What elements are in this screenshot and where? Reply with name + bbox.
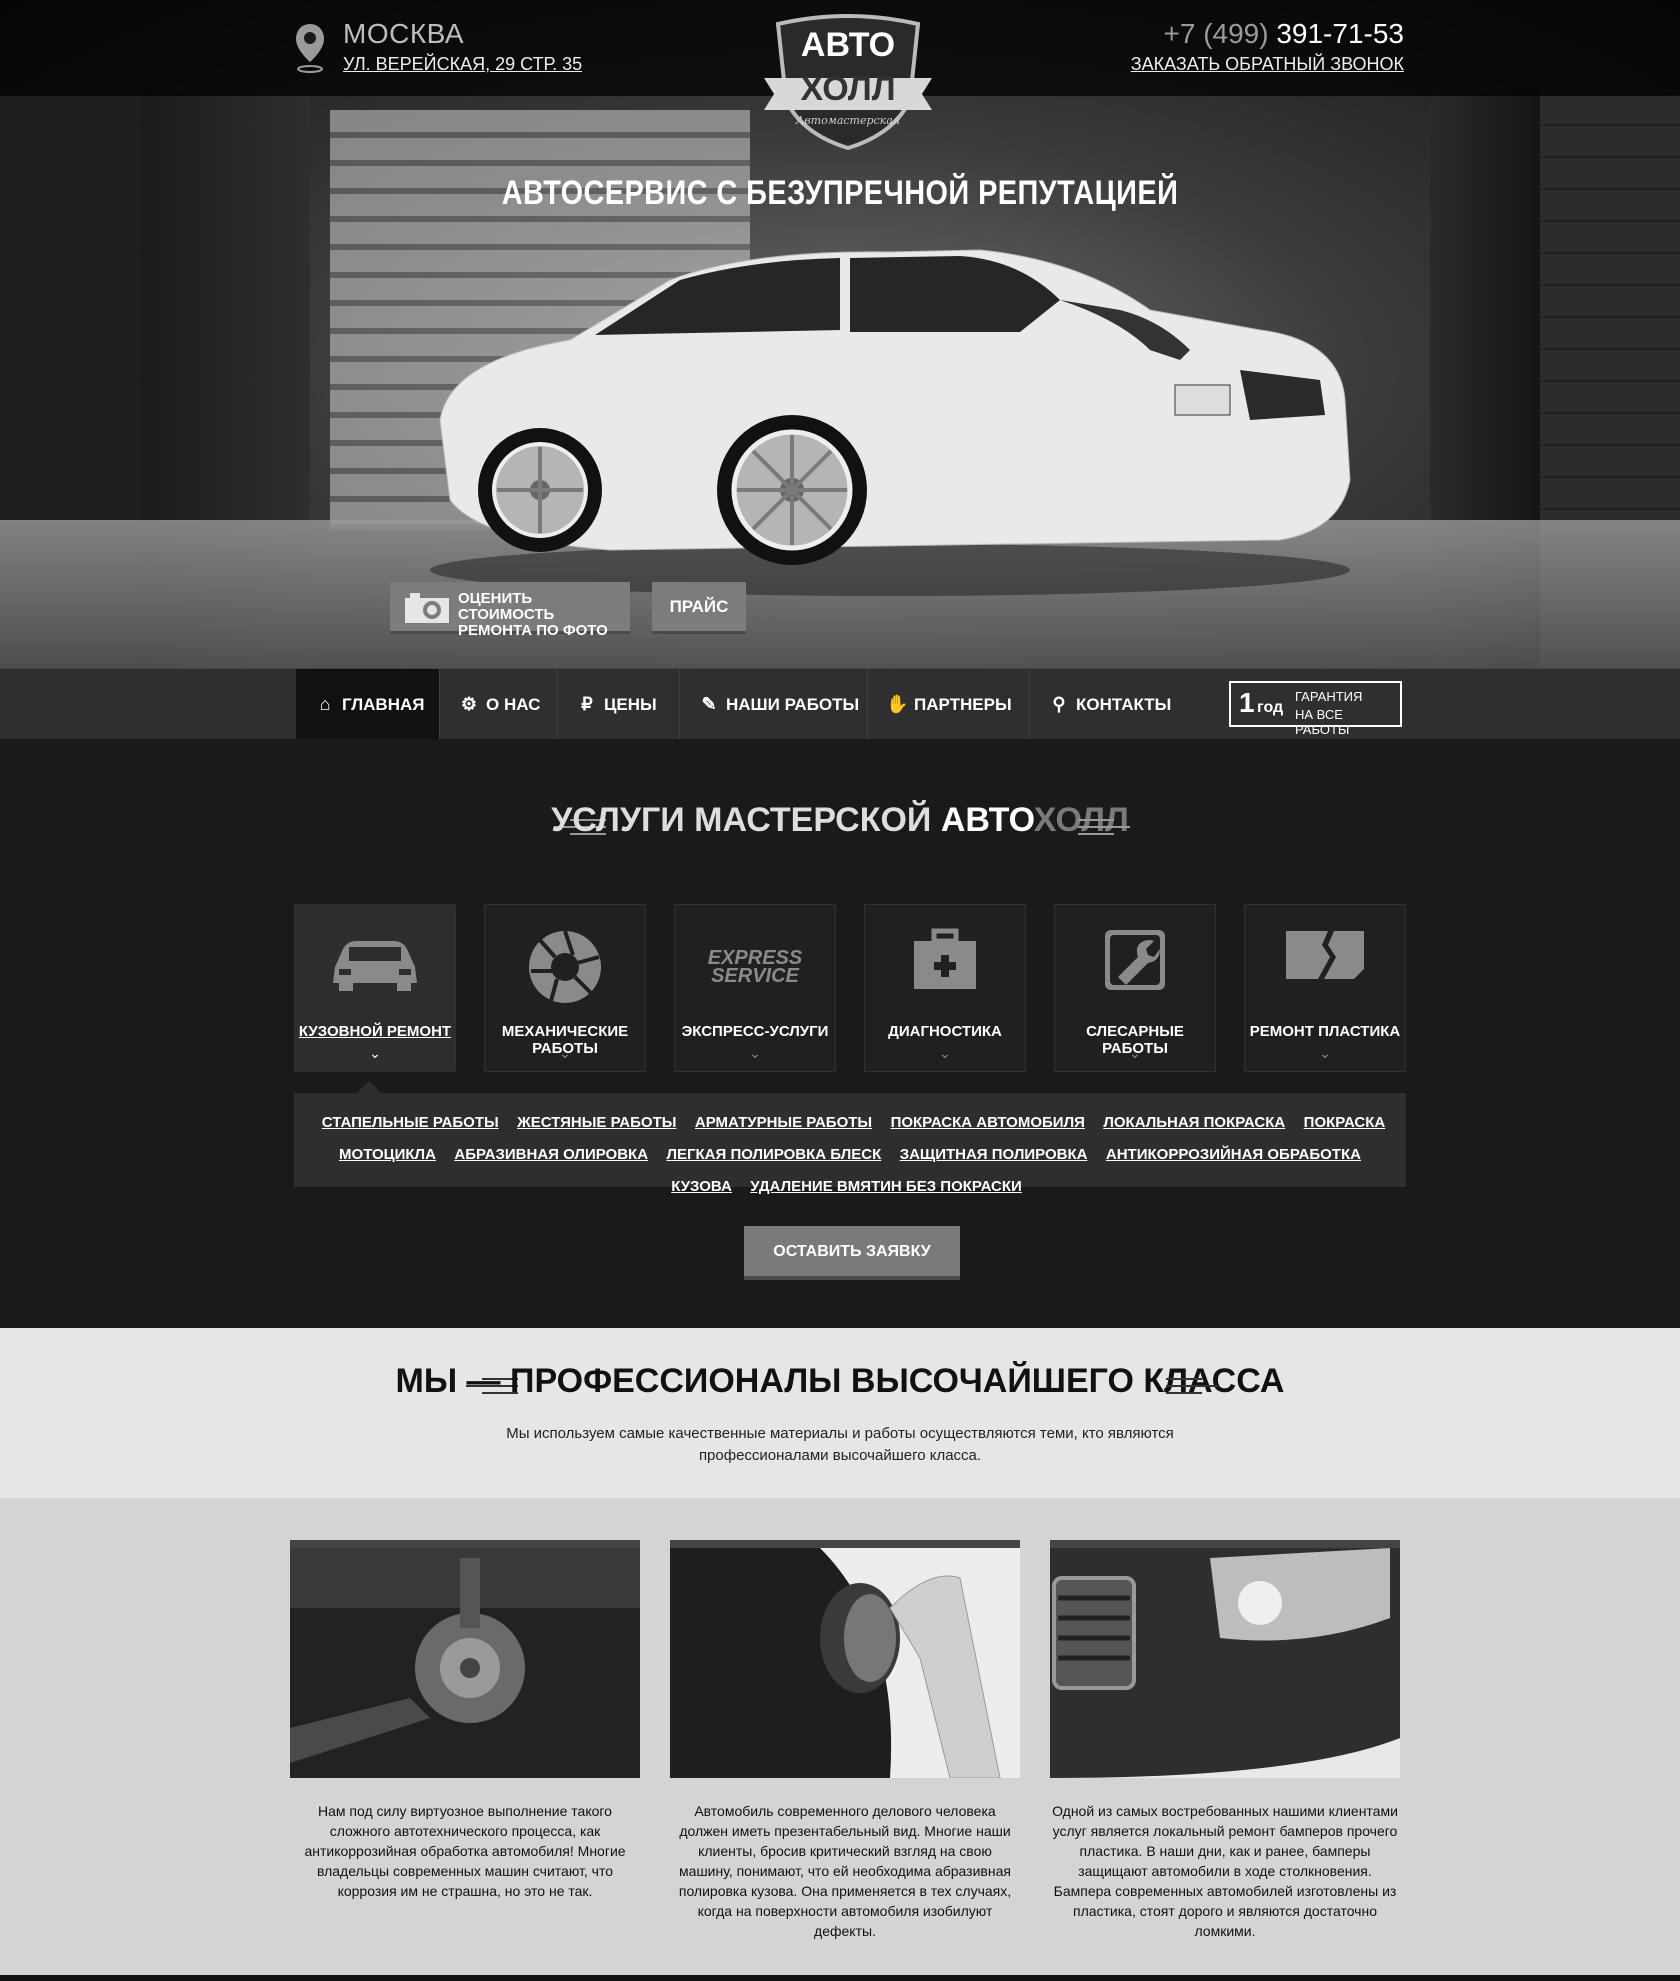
hero-title: АВТОСЕРВИС С БЕЗУПРЕЧНОЙ РЕПУТАЦИЕЙ [501, 174, 1179, 212]
chevron-down-icon: ⌄ [369, 1045, 381, 1061]
chevron-down-icon: ⌄ [939, 1045, 951, 1061]
professionals-subtitle: Мы используем самые качественные материа… [506, 1425, 1174, 1464]
nav-item-works[interactable]: ✎ НАШИ РАБОТЫ [680, 669, 868, 739]
services-title-brand1: АВТО [940, 801, 1034, 839]
logo-text-bottom: ХОЛЛ [800, 70, 896, 108]
service-card-body-repair[interactable]: КУЗОВНОЙ РЕМОНТ ⌄ [294, 904, 456, 1072]
chevron-down-icon: ⌄ [1129, 1045, 1141, 1061]
work-caption: Одной из самых востребованных нашими кли… [1052, 1803, 1398, 1939]
sublink[interactable]: УДАЛЕНИЕ ВМЯТИН БЕЗ ПОКРАСКИ [750, 1178, 1022, 1195]
phone-digits: 391-71-53 [1276, 18, 1404, 49]
work-caption: Автомобиль современного делового человек… [678, 1803, 1012, 1939]
address-link[interactable]: УЛ. ВЕРЕЙСКАЯ, 29 СТР. 35 [343, 54, 582, 75]
nav-item-label: ЦЕНЫ [604, 695, 657, 714]
nav-item-home[interactable]: ⌂ ГЛАВНАЯ [296, 669, 440, 739]
aperture-icon [529, 930, 601, 1003]
nav-item-label: ГЛАВНАЯ [342, 695, 425, 714]
chevron-down-icon: ⌄ [749, 1045, 761, 1061]
nav-item-label: КОНТАКТЫ [1076, 695, 1172, 714]
callback-link[interactable]: ЗАКАЗАТЬ ОБРАТНЫЙ ЗВОНОК [1131, 54, 1404, 75]
logo-text-top: АВТО [800, 26, 896, 64]
map-pin-icon: ⚲ [1052, 694, 1066, 714]
professionals-section: МЫ — ПРОФЕССИОНАЛЫ ВЫСОЧАЙШЕГО КЛАССА Мы… [0, 1328, 1680, 1498]
service-sublinks-panel: СТАПЕЛЬНЫЕ РАБОТЫ ЖЕСТЯНЫЕ РАБОТЫ АРМАТУ… [294, 1093, 1406, 1195]
nav-item-label: НАШИ РАБОТЫ [726, 695, 860, 714]
chevron-down-icon: ⌄ [1319, 1045, 1331, 1061]
title-decoration [1078, 819, 1130, 839]
price-button[interactable]: ПРАЙС [652, 582, 746, 634]
works-gallery: Нам под силу виртуозное выполнение таког… [0, 1498, 1680, 1981]
city-name: МОСКВА [343, 18, 465, 49]
broken-plastic-icon [1286, 931, 1364, 979]
nav-item-about[interactable]: ⚙ О НАС [440, 669, 558, 739]
estimate-button-line2: РЕМОНТА ПО ФОТО [458, 622, 608, 639]
sublink[interactable]: ЗАЩИТНАЯ ПОЛИРОВКА [900, 1146, 1088, 1163]
location-pin-icon [296, 24, 324, 73]
express-icon-text: SERVICE [711, 965, 799, 987]
phone-prefix: +7 (499) [1163, 18, 1269, 49]
work-photo-bumper [1050, 1540, 1400, 1778]
warranty-text: НА ВСЕ РАБОТЫ [1295, 707, 1350, 737]
professionals-title: МЫ — ПРОФЕССИОНАЛЫ ВЫСОЧАЙШЕГО КЛАССА [395, 1362, 1285, 1400]
logo-tagline: Автомастерская [795, 114, 901, 127]
service-card-label: РЕМОНТ ПЛАСТИКА [1249, 1023, 1401, 1040]
car-icon [333, 941, 417, 991]
express-service-icon: EXPRESS SERVICE [675, 927, 835, 1007]
first-aid-kit-icon [914, 928, 976, 989]
sublink[interactable]: ПОКРАСКА АВТОМОБИЛЯ [891, 1114, 1085, 1131]
subpanel-pointer [357, 1081, 381, 1093]
warranty-number: 1 [1239, 687, 1255, 718]
footer-divider [0, 1975, 1680, 1981]
hero-section: МОСКВА УЛ. ВЕРЕЙСКАЯ, 29 СТР. 35 АВТО ХО… [0, 0, 1680, 668]
gear-wheel-icon: ⚙ [460, 694, 478, 714]
nav-item-prices[interactable]: ₽ ЦЕНЫ [558, 669, 680, 739]
camera-icon [405, 593, 449, 623]
service-card-express[interactable]: EXPRESS SERVICE ЭКСПРЕСС-УСЛУГИ ⌄ [674, 904, 836, 1072]
estimate-button-line1: ОЦЕНИТЬ СТОИМОСТЬ [458, 590, 555, 623]
ruble-icon: ₽ [581, 694, 593, 714]
title-decoration [1166, 1378, 1218, 1398]
wrench-icon [1105, 930, 1165, 990]
services-title-text: УСЛУГИ МАСТЕРСКОЙ [551, 801, 932, 839]
sublink[interactable]: АБРАЗИВНАЯ ОЛИРОВКА [454, 1146, 648, 1163]
hero-car-image [430, 249, 1351, 596]
sublink[interactable]: ЛЕГКАЯ ПОЛИРОВКА БЛЕСК [666, 1146, 881, 1163]
handshake-icon: ✋ [886, 694, 909, 714]
estimate-by-photo-button[interactable]: ОЦЕНИТЬ СТОИМОСТЬ РЕМОНТА ПО ФОТО [390, 582, 630, 639]
service-card-mechanical[interactable]: МЕХАНИЧЕСКИЕ РАБОТЫ ⌄ [484, 904, 646, 1072]
warranty-badge: 1 год ГАРАНТИЯ НА ВСЕ РАБОТЫ [1229, 681, 1402, 737]
service-card-label: ДИАГНОСТИКА [888, 1023, 1002, 1040]
home-icon: ⌂ [319, 694, 331, 714]
nav-item-label: О НАС [486, 695, 541, 714]
sublink[interactable]: СТАПЕЛЬНЫЕ РАБОТЫ [322, 1114, 499, 1131]
service-card-label: ЭКСПРЕСС-УСЛУГИ [681, 1023, 829, 1040]
work-photo-polishing [670, 1540, 1020, 1778]
sublink[interactable]: АРМАТУРНЫЕ РАБОТЫ [695, 1114, 872, 1131]
work-photo-anticorrosion [290, 1540, 640, 1778]
leave-request-button[interactable]: ОСТАВИТЬ ЗАЯВКУ [744, 1226, 960, 1280]
nav-item-contacts[interactable]: ⚲ КОНТАКТЫ [1030, 669, 1180, 739]
site-logo[interactable]: АВТО ХОЛЛ Автомастерская [764, 14, 932, 152]
services-section: УСЛУГИ МАСТЕРСКОЙ АВТОХОЛЛ КУЗОВНОЙ РЕМО… [0, 739, 1680, 1328]
sublink[interactable]: ЖЕСТЯНЫЕ РАБОТЫ [517, 1114, 676, 1131]
services-title: УСЛУГИ МАСТЕРСКОЙ АВТОХОЛЛ [0, 801, 1680, 840]
service-card-locksmith[interactable]: СЛЕСАРНЫЕ РАБОТЫ ⌄ [1054, 904, 1216, 1072]
main-navigation: ⌂ ГЛАВНАЯ ⚙ О НАС ₽ ЦЕНЫ ✎ НАШИ РАБОТЫ ✋ ПАРТ… [0, 668, 1680, 740]
work-caption: Нам под силу виртуозное выполнение таког… [304, 1803, 626, 1899]
nav-item-partners[interactable]: ✋ ПАРТНЕРЫ [868, 669, 1030, 739]
warranty-text: ГАРАНТИЯ [1295, 689, 1363, 704]
phone-number[interactable]: +7 (499) 391-71-53 [1163, 18, 1404, 50]
chevron-down-icon: ⌄ [559, 1045, 571, 1061]
sublink[interactable]: ЛОКАЛЬНАЯ ПОКРАСКА [1103, 1114, 1285, 1131]
warranty-unit: год [1257, 699, 1284, 716]
service-card-plastic[interactable]: РЕМОНТ ПЛАСТИКА ⌄ [1244, 904, 1406, 1072]
service-card-label: КУЗОВНОЙ РЕМОНТ [298, 1023, 452, 1040]
spray-gun-icon: ✎ [701, 694, 717, 714]
nav-item-label: ПАРТНЕРЫ [914, 695, 1012, 714]
service-card-diagnostics[interactable]: ДИАГНОСТИКА ⌄ [864, 904, 1026, 1072]
